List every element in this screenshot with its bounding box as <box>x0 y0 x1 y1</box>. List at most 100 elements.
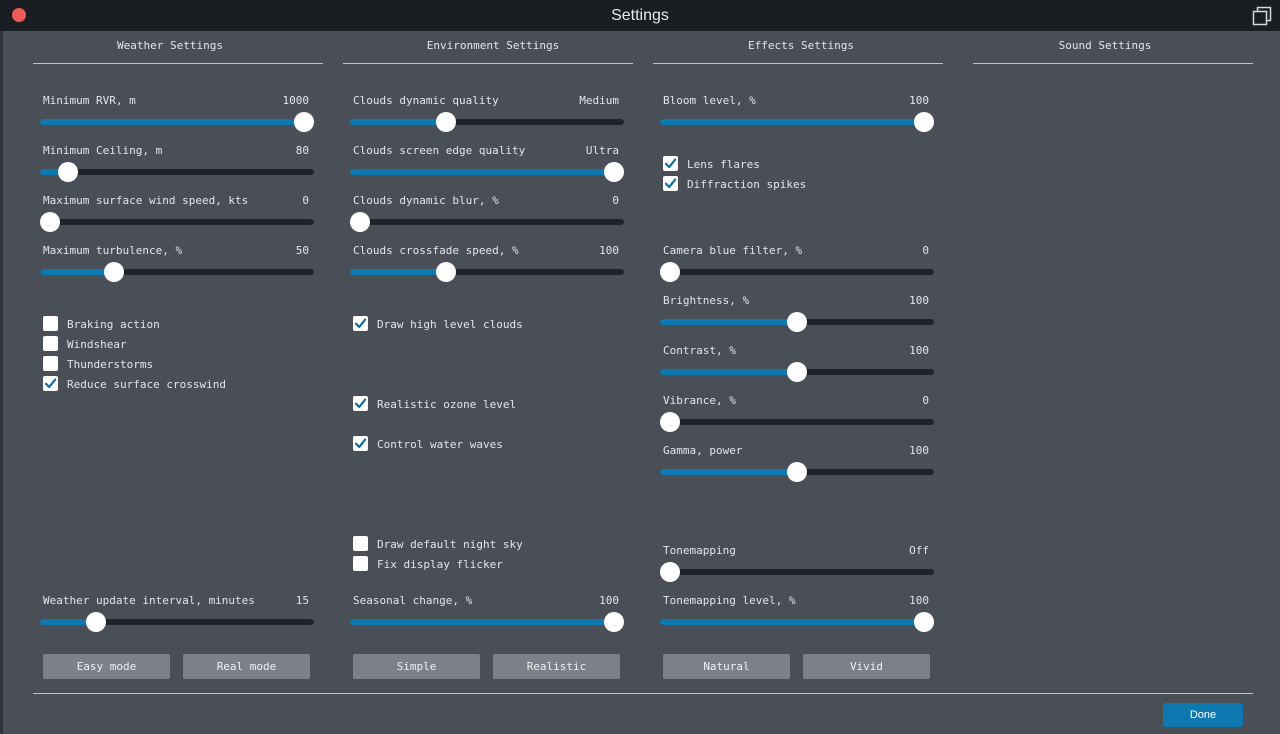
slider-thumb[interactable] <box>436 112 457 132</box>
vibrance-value: 0 <box>922 394 929 407</box>
clouds-edge-label: Clouds screen edge quality <box>353 144 526 157</box>
vibrance-slider[interactable] <box>660 412 934 432</box>
tonemapping-slider[interactable] <box>660 562 934 582</box>
slider-thumb[interactable] <box>103 262 124 282</box>
slider-thumb[interactable] <box>57 162 78 182</box>
clouds-quality-slider[interactable] <box>350 112 624 132</box>
slider-thumb[interactable] <box>660 562 680 582</box>
turbulence-slider[interactable] <box>40 262 314 282</box>
checkmark-icon <box>44 378 57 389</box>
tonemapping-label: Tonemapping <box>663 544 736 557</box>
clouds-crossfade-slider[interactable] <box>350 262 624 282</box>
slider-fill <box>660 319 797 325</box>
settings-panel: Weather Settings Environment Settings Ef… <box>3 31 1280 734</box>
min-rvr-value: 1000 <box>282 94 310 107</box>
high-clouds-label: Draw high level clouds <box>377 318 523 331</box>
easy-mode-button[interactable]: Easy mode <box>43 654 170 679</box>
tonemapping-level-slider[interactable] <box>660 612 934 632</box>
slider-thumb[interactable] <box>914 112 934 132</box>
slider-thumb[interactable] <box>604 612 624 632</box>
reduce-crosswind-checkbox[interactable] <box>43 376 58 391</box>
brightness-label: Brightness, % <box>663 294 750 307</box>
slider-thumb[interactable] <box>660 412 680 432</box>
maximize-window-button[interactable] <box>1252 6 1272 26</box>
clouds-edge-slider[interactable] <box>350 162 624 182</box>
update-interval-slider[interactable] <box>40 612 314 632</box>
braking-action-label: Braking action <box>67 318 160 331</box>
realistic-button[interactable]: Realistic <box>493 654 620 679</box>
natural-button[interactable]: Natural <box>663 654 790 679</box>
slider-thumb[interactable] <box>294 112 314 132</box>
contrast-slider[interactable] <box>660 362 934 382</box>
slider-fill <box>350 269 447 275</box>
thunderstorms-checkbox[interactable] <box>43 356 58 371</box>
slider-thumb[interactable] <box>604 162 624 182</box>
slider-fill <box>660 619 924 625</box>
turbulence-label: Maximum turbulence, % <box>43 244 183 257</box>
clouds-blur-label: Clouds dynamic blur, % <box>353 194 499 207</box>
clouds-quality-value: Medium <box>579 94 619 107</box>
clouds-edge-value: Ultra <box>585 144 619 157</box>
slider-thumb[interactable] <box>787 312 807 332</box>
ozone-label: Realistic ozone level <box>377 398 517 411</box>
ozone-checkbox[interactable] <box>353 396 368 411</box>
title-bar: Settings <box>0 0 1280 31</box>
clouds-blur-slider[interactable] <box>350 212 624 232</box>
gamma-label: Gamma, power <box>663 444 743 457</box>
checkmark-icon <box>354 318 367 329</box>
min-ceiling-slider[interactable] <box>40 162 314 182</box>
slider-fill <box>40 269 114 275</box>
simple-button[interactable]: Simple <box>353 654 480 679</box>
brightness-value: 100 <box>909 294 929 307</box>
slider-thumb[interactable] <box>787 462 807 482</box>
slider-thumb[interactable] <box>787 362 807 382</box>
slider-thumb[interactable] <box>40 212 60 232</box>
environment-settings-header: Environment Settings <box>426 39 560 52</box>
high-clouds-checkbox[interactable] <box>353 316 368 331</box>
vivid-button[interactable]: Vivid <box>803 654 930 679</box>
slider-fill <box>40 119 304 125</box>
gamma-slider[interactable] <box>660 462 934 482</box>
effects-header-divider <box>653 63 943 64</box>
display-flicker-checkbox[interactable] <box>353 556 368 571</box>
slider-fill <box>350 619 614 625</box>
bloom-value: 100 <box>909 94 929 107</box>
weather-settings-header: Weather Settings <box>117 39 223 52</box>
slider-fill <box>660 369 797 375</box>
thunderstorms-label: Thunderstorms <box>67 358 154 371</box>
clouds-blur-value: 0 <box>612 194 619 207</box>
tonemapping-level-value: 100 <box>909 594 929 607</box>
real-mode-button[interactable]: Real mode <box>183 654 310 679</box>
water-waves-checkbox[interactable] <box>353 436 368 451</box>
wind-speed-slider[interactable] <box>40 212 314 232</box>
lens-flares-checkbox[interactable] <box>663 156 678 171</box>
sound-header-divider <box>973 63 1253 64</box>
night-sky-checkbox[interactable] <box>353 536 368 551</box>
wind-speed-label: Maximum surface wind speed, kts <box>43 194 249 207</box>
braking-action-checkbox[interactable] <box>43 316 58 331</box>
slider-thumb[interactable] <box>436 262 457 282</box>
slider-thumb[interactable] <box>660 262 680 282</box>
windshear-checkbox[interactable] <box>43 336 58 351</box>
slider-track <box>40 219 314 225</box>
diffraction-spikes-checkbox[interactable] <box>663 176 678 191</box>
done-button[interactable]: Done <box>1163 703 1243 727</box>
bloom-slider[interactable] <box>660 112 934 132</box>
seasonal-change-label: Seasonal change, % <box>353 594 473 607</box>
slider-thumb[interactable] <box>350 212 370 232</box>
blue-filter-slider[interactable] <box>660 262 934 282</box>
clouds-crossfade-value: 100 <box>599 244 619 257</box>
min-rvr-slider[interactable] <box>40 112 314 132</box>
vibrance-label: Vibrance, % <box>663 394 736 407</box>
seasonal-change-value: 100 <box>599 594 619 607</box>
diffraction-spikes-label: Diffraction spikes <box>687 178 807 191</box>
restore-icon <box>1252 6 1272 26</box>
slider-thumb[interactable] <box>914 612 934 632</box>
footer-divider <box>33 693 1253 694</box>
reduce-crosswind-label: Reduce surface crosswind <box>67 378 226 391</box>
brightness-slider[interactable] <box>660 312 934 332</box>
seasonal-change-slider[interactable] <box>350 612 624 632</box>
slider-thumb[interactable] <box>85 612 106 632</box>
contrast-value: 100 <box>909 344 929 357</box>
slider-fill <box>350 119 447 125</box>
